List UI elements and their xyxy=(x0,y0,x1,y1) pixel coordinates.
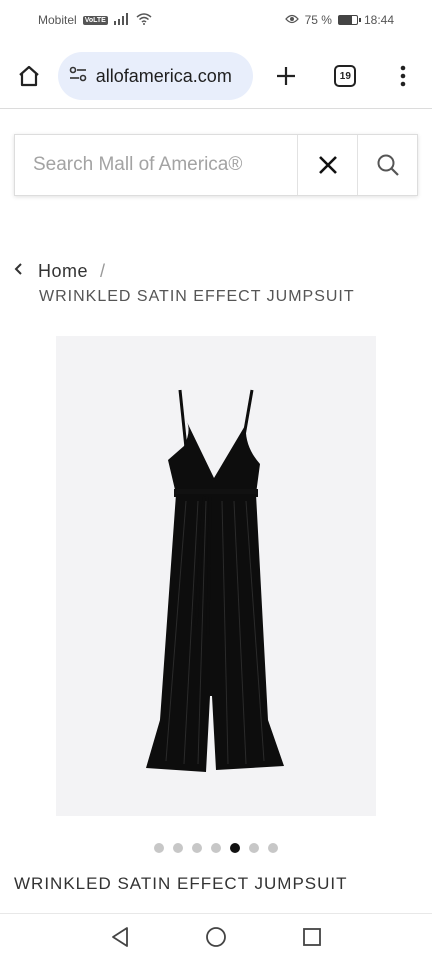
address-bar[interactable]: allofamerica.com xyxy=(57,52,253,100)
clock: 18:44 xyxy=(363,13,394,27)
chevron-left-icon[interactable] xyxy=(14,262,24,280)
battery-icon xyxy=(337,15,361,25)
battery-percent: 75 % xyxy=(304,13,332,27)
more-vert-icon xyxy=(400,65,406,87)
site-settings-icon[interactable] xyxy=(68,64,88,89)
close-icon xyxy=(318,156,337,174)
menu-button[interactable] xyxy=(384,57,422,95)
carousel-dot[interactable] xyxy=(154,843,164,853)
carousel-dot[interactable] xyxy=(268,843,278,853)
signal-icon xyxy=(113,12,130,28)
square-recents-icon xyxy=(303,928,321,946)
search-input[interactable] xyxy=(15,135,297,195)
product-title: WRINKLED SATIN EFFECT JUMPSUIT xyxy=(14,874,348,893)
breadcrumb-row: Home / xyxy=(14,258,414,284)
home-button[interactable] xyxy=(10,57,48,95)
new-tab-button[interactable] xyxy=(267,57,305,95)
eye-comfort-icon xyxy=(284,13,299,27)
search-button[interactable] xyxy=(357,135,417,195)
search-icon xyxy=(377,154,399,176)
tab-switcher-button[interactable]: 19 xyxy=(326,57,364,95)
home-nav-button[interactable] xyxy=(203,924,229,950)
back-triangle-icon xyxy=(112,927,128,947)
breadcrumb-current: WRINKLED SATIN EFFECT JUMPSUIT xyxy=(39,288,355,305)
jumpsuit-image xyxy=(146,389,284,772)
battery-fill xyxy=(338,16,353,24)
product-image[interactable] xyxy=(56,336,376,816)
carousel-dot[interactable] xyxy=(211,843,221,853)
tab-count: 19 xyxy=(334,65,357,87)
volte-badge: VoLTE xyxy=(82,15,108,25)
carousel-dot[interactable] xyxy=(230,843,240,853)
plus-icon xyxy=(276,67,295,85)
recents-button[interactable] xyxy=(299,924,325,950)
wifi-icon xyxy=(136,12,152,28)
carousel-dot[interactable] xyxy=(249,843,259,853)
breadcrumb-home-link[interactable]: Home xyxy=(38,261,88,282)
carrier-name: Mobitel xyxy=(38,13,77,27)
search-bar xyxy=(14,134,418,196)
circle-home-icon xyxy=(206,927,226,947)
url-text: allofamerica.com xyxy=(95,65,232,86)
home-icon xyxy=(19,65,39,87)
status-left: Mobitel VoLTE xyxy=(38,12,152,28)
toolbar-divider xyxy=(0,108,432,109)
carousel-dots xyxy=(0,843,432,853)
browser-toolbar: allofamerica.com 19 xyxy=(0,44,432,108)
carousel-dot[interactable] xyxy=(192,843,202,853)
breadcrumb: Home / WRINKLED SATIN EFFECT JUMPSUIT xyxy=(14,258,414,306)
back-button[interactable] xyxy=(107,924,133,950)
carousel-dot[interactable] xyxy=(173,843,183,853)
status-bar: Mobitel VoLTE 75 % 18:44 xyxy=(0,0,432,40)
status-right: 75 % 18:44 xyxy=(284,13,394,27)
system-nav-bar xyxy=(0,913,432,960)
clear-search-button[interactable] xyxy=(297,135,357,195)
breadcrumb-separator: / xyxy=(100,260,106,281)
